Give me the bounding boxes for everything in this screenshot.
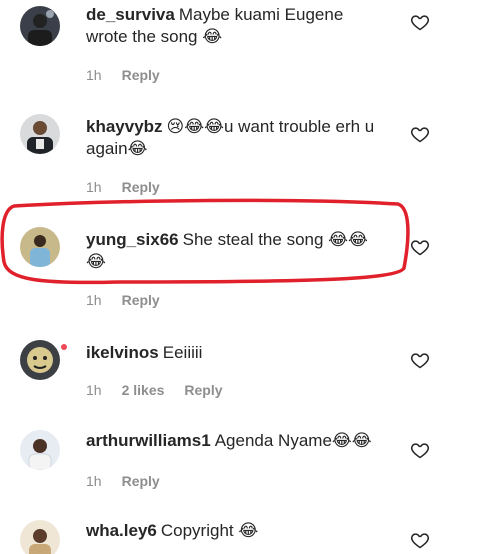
comment-meta: 1h Reply (86, 179, 160, 195)
heart-icon[interactable] (410, 530, 430, 550)
comment-text: Eeiiiii (162, 343, 203, 362)
comment-body: yung_six66 She steal the song 😂😂😂 (86, 229, 386, 273)
comment-text: Agenda Nyame😂😂 (214, 431, 372, 450)
comment-username[interactable]: yung_six66 (86, 230, 179, 249)
comment-username[interactable]: arthurwilliams1 (86, 431, 211, 450)
reply-button[interactable]: Reply (122, 179, 160, 195)
avatar[interactable] (20, 114, 60, 154)
comment-time: 1h (86, 473, 102, 489)
comment-time: 1h (86, 67, 102, 83)
avatar[interactable] (20, 430, 60, 470)
heart-icon[interactable] (410, 12, 430, 32)
heart-icon[interactable] (410, 237, 430, 257)
avatar[interactable] (20, 6, 60, 46)
reply-button[interactable]: Reply (122, 67, 160, 83)
likes-count[interactable]: 2 likes (122, 382, 165, 398)
comment-meta: 1h Reply (86, 292, 160, 308)
heart-icon[interactable] (410, 440, 430, 460)
comment-meta: 1h 2 likes Reply (86, 382, 223, 398)
reply-button[interactable]: Reply (122, 292, 160, 308)
comment-username[interactable]: khayvybz (86, 117, 163, 136)
comment-username[interactable]: de_surviva (86, 5, 175, 24)
comment-time: 1h (86, 382, 102, 398)
heart-icon[interactable] (410, 124, 430, 144)
comments-feed: de_surviva Maybe kuami Eugene wrote the s… (0, 0, 480, 554)
comment-meta: 1h Reply (86, 67, 160, 83)
comment-body: ikelvinos Eeiiiii (86, 342, 386, 364)
comment-body: de_surviva Maybe kuami Eugene wrote the s… (86, 4, 386, 48)
reply-button[interactable]: Reply (184, 382, 222, 398)
comment-time: 1h (86, 179, 102, 195)
comment-body: wha.ley6 Copyright 😂 (86, 520, 386, 542)
avatar[interactable] (20, 340, 60, 380)
comment-meta: 1h Reply (86, 473, 160, 489)
avatar[interactable] (20, 520, 60, 554)
reply-button[interactable]: Reply (122, 473, 160, 489)
comment-username[interactable]: wha.ley6 (86, 521, 157, 540)
comment-text: Copyright 😂 (160, 521, 259, 540)
comment-body: arthurwilliams1 Agenda Nyame😂😂 (86, 430, 386, 452)
comment-time: 1h (86, 292, 102, 308)
comment-body: khayvybz 😢😂😂u want trouble erh u again😂 (86, 116, 386, 160)
avatar[interactable] (20, 227, 60, 267)
comment-username[interactable]: ikelvinos (86, 343, 159, 362)
online-indicator (61, 344, 67, 350)
heart-icon[interactable] (410, 350, 430, 370)
